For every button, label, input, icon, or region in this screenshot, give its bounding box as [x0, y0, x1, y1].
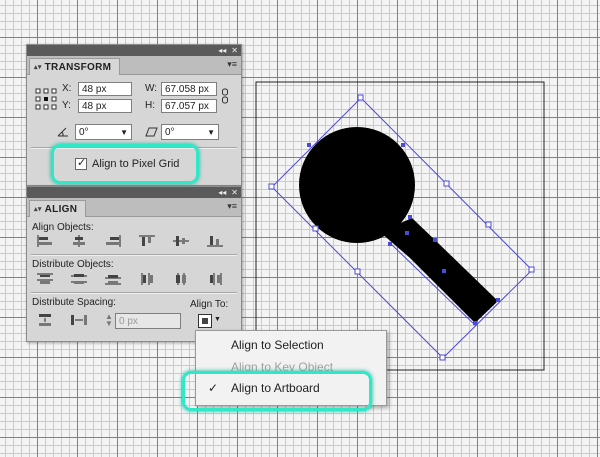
w-field[interactable]: 67.058 px [161, 82, 217, 96]
distribute-bottom-icon[interactable] [104, 272, 122, 286]
align-objects-label: Align Objects: [32, 222, 94, 233]
align-vertical-center-icon[interactable] [172, 234, 190, 248]
w-label: W: [145, 83, 158, 94]
magnifier-shape [299, 127, 498, 323]
distribute-vertical-space-icon[interactable] [36, 313, 54, 327]
collapse-icon[interactable]: ◂◂ [218, 187, 226, 198]
align-to-label: Align To: [190, 299, 229, 310]
align-left-icon[interactable] [36, 234, 54, 248]
align-titlebar[interactable]: ◂◂ ✕ [27, 187, 241, 198]
tab-toggle-icon[interactable]: ▴▾ [34, 205, 42, 213]
shear-icon [145, 127, 158, 137]
tab-toggle-icon[interactable]: ▴▾ [34, 63, 42, 71]
align-tab[interactable]: ▴▾ ALIGN [29, 200, 87, 217]
align-right-icon[interactable] [104, 234, 122, 248]
reference-point-icon[interactable] [35, 88, 57, 110]
artboard-highlight [182, 371, 372, 411]
align-top-icon[interactable] [138, 234, 156, 248]
constrain-link-icon[interactable] [221, 88, 229, 104]
artboard-align-icon [198, 314, 212, 328]
align-bottom-icon[interactable] [206, 234, 224, 248]
panel-menu-icon[interactable]: ▾≡ [227, 59, 237, 70]
distribute-spacing-label: Distribute Spacing: [32, 297, 116, 308]
align-horizontal-center-icon[interactable] [70, 234, 88, 248]
align-panel: ◂◂ ✕ ▴▾ ALIGN ▾≡ Align Objects: Distribu… [26, 186, 242, 342]
transform-tabrow: ▴▾ TRANSFORM ▾≡ [27, 56, 241, 75]
rotate-icon [57, 127, 68, 137]
shear-combo[interactable]: 0° ▼ [161, 124, 219, 140]
distribute-objects-label: Distribute Objects: [32, 259, 114, 270]
distribute-top-icon[interactable] [36, 272, 54, 286]
distribute-left-icon[interactable] [138, 272, 156, 286]
h-field[interactable]: 67.057 px [161, 99, 217, 113]
transform-titlebar[interactable]: ◂◂ ✕ [27, 45, 241, 56]
distribute-horizontal-space-icon[interactable] [70, 313, 88, 327]
pixel-grid-highlight [51, 144, 199, 184]
spacing-stepper-icon[interactable]: ▲ ▼ [105, 313, 113, 328]
x-label: X: [62, 83, 72, 94]
panel-menu-icon[interactable]: ▾≡ [227, 201, 237, 212]
dropdown-arrow-icon[interactable]: ▼ [214, 316, 221, 323]
dropdown-arrow-icon[interactable]: ▼ [207, 125, 215, 140]
y-field[interactable]: 48 px [78, 99, 132, 113]
divider [31, 254, 237, 256]
spacing-field[interactable]: 0 px [115, 313, 181, 329]
h-label: H: [145, 100, 155, 111]
rotate-combo[interactable]: 0° ▼ [75, 124, 132, 140]
y-label: Y: [62, 100, 71, 111]
divider [31, 292, 237, 294]
align-to-dropdown[interactable]: ▼ [197, 313, 221, 329]
collapse-icon[interactable]: ◂◂ [218, 45, 226, 56]
dropdown-arrow-icon[interactable]: ▼ [120, 125, 128, 140]
menu-item-align-to-selection[interactable]: Align to Selection [196, 335, 386, 355]
x-field[interactable]: 48 px [78, 82, 132, 96]
align-tabrow: ▴▾ ALIGN ▾≡ [27, 198, 241, 217]
close-icon[interactable]: ✕ [231, 45, 238, 56]
transform-tab[interactable]: ▴▾ TRANSFORM [29, 58, 121, 75]
distribute-vertical-center-icon[interactable] [70, 272, 88, 286]
distribute-horizontal-center-icon[interactable] [172, 272, 190, 286]
close-icon[interactable]: ✕ [231, 187, 238, 198]
distribute-right-icon[interactable] [206, 272, 224, 286]
